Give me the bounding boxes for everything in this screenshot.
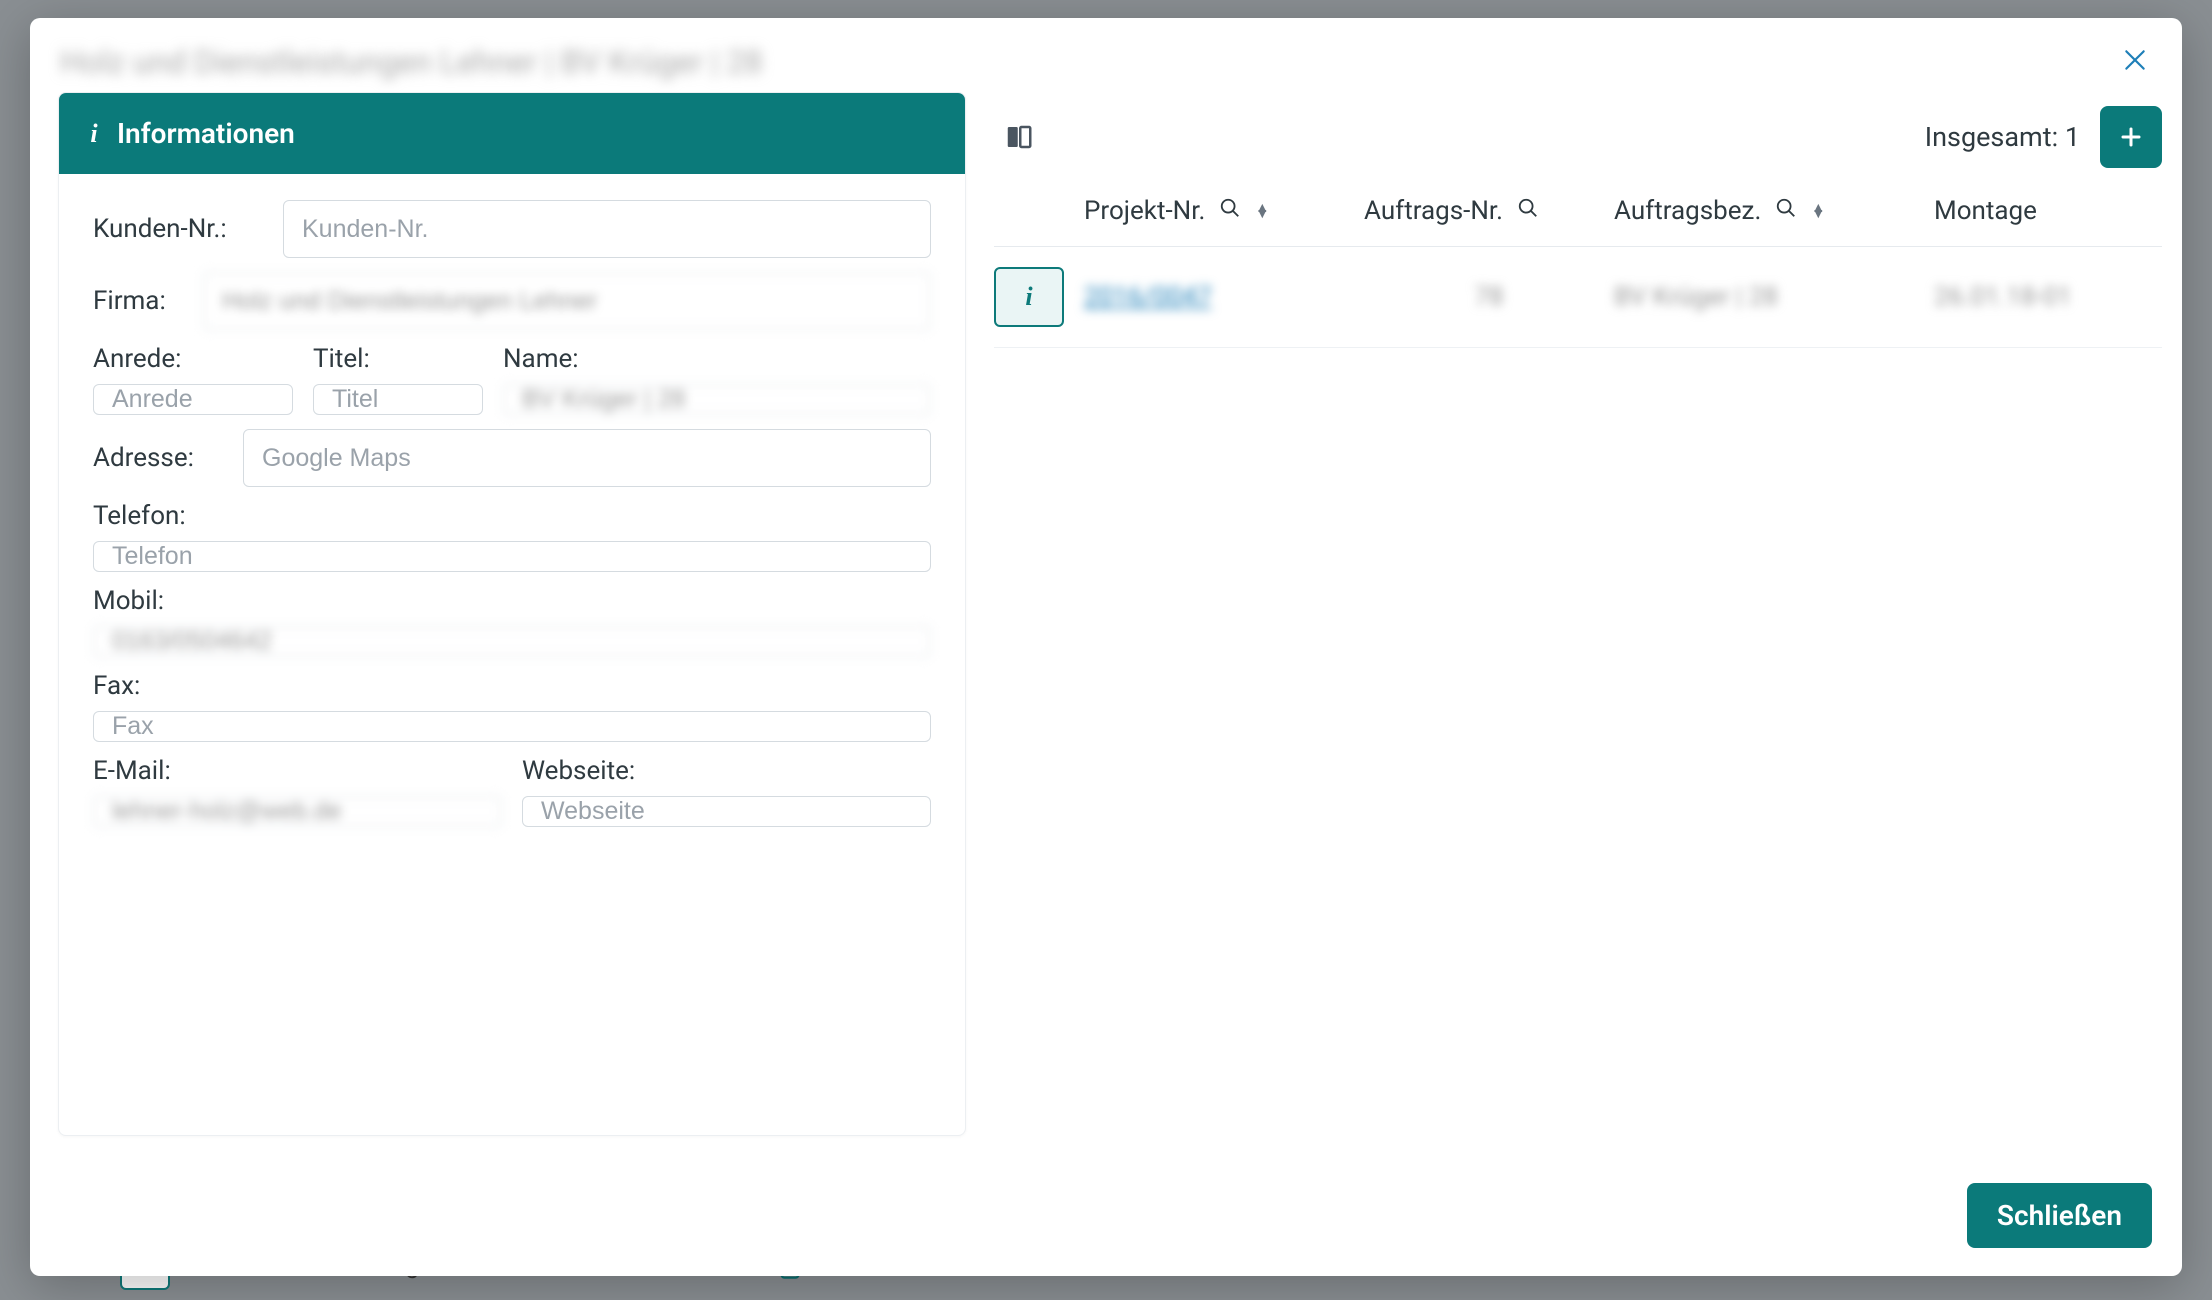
customer-modal: Holz und Dienstleistungen Lehner | BV Kr… — [30, 18, 2182, 1276]
info-panel-title: Informationen — [117, 117, 295, 150]
modal-body: i Informationen Kunden-Nr.: Firma: Anred… — [30, 92, 2182, 1159]
label-webseite: Webseite: — [522, 756, 931, 786]
label-fax: Fax: — [93, 671, 931, 701]
field-mobil: Mobil: — [93, 586, 931, 657]
field-telefon: Telefon: — [93, 501, 931, 572]
projects-panel: Insgesamt: 1 Projekt-Nr. ▲▼ Auftrags-Nr. — [994, 92, 2162, 1159]
input-email[interactable] — [93, 796, 502, 827]
input-kunden-nr[interactable] — [283, 200, 931, 258]
sort-icon[interactable]: ▲▼ — [1255, 205, 1269, 217]
info-icon: i — [87, 120, 101, 148]
info-panel: i Informationen Kunden-Nr.: Firma: Anred… — [58, 92, 966, 1136]
search-icon[interactable] — [1219, 196, 1241, 226]
label-kunden-nr: Kunden-Nr.: — [93, 214, 263, 244]
close-button[interactable]: Schließen — [1967, 1183, 2152, 1248]
total-label: Insgesamt: 1 — [1925, 121, 2080, 153]
label-telefon: Telefon: — [93, 501, 931, 531]
th-projekt-nr: Projekt-Nr. ▲▼ — [1084, 196, 1364, 226]
input-firma[interactable] — [203, 272, 931, 330]
field-adresse: Adresse: — [93, 429, 931, 487]
th-montage: Montage — [1934, 196, 2084, 226]
input-mobil[interactable] — [93, 626, 931, 657]
cell-bez: BV Krüger | 28 — [1614, 282, 1934, 312]
info-form: Kunden-Nr.: Firma: Anrede: Titel: — [59, 174, 965, 857]
label-adresse: Adresse: — [93, 443, 223, 473]
label-anrede: Anrede: — [93, 344, 293, 374]
th-auftragsbez: Auftragsbez. ▲▼ — [1614, 196, 1934, 226]
total-count: 1 — [2065, 121, 2080, 153]
label-titel: Titel: — [313, 344, 483, 374]
row-anrede-titel-name: Anrede: Titel: Name: — [93, 344, 931, 415]
cell-auftrag: 78 — [1364, 282, 1614, 312]
cell-montage: 26.01.18-01 — [1934, 282, 2084, 312]
label-name: Name: — [503, 344, 931, 374]
modal-header: Holz und Dienstleistungen Lehner | BV Kr… — [30, 18, 2182, 92]
input-anrede[interactable] — [93, 384, 293, 415]
search-icon[interactable] — [1775, 196, 1797, 226]
table-header: Projekt-Nr. ▲▼ Auftrags-Nr. Auftragsbez.… — [994, 182, 2162, 247]
input-webseite[interactable] — [522, 796, 931, 827]
input-fax[interactable] — [93, 711, 931, 742]
modal-footer: Schließen — [30, 1159, 2182, 1276]
input-adresse[interactable] — [243, 429, 931, 487]
field-firma: Firma: — [93, 272, 931, 330]
input-telefon[interactable] — [93, 541, 931, 572]
label-email: E-Mail: — [93, 756, 502, 786]
cell-projekt[interactable]: 2016/0047 — [1084, 282, 1364, 312]
th-auftrags-nr: Auftrags-Nr. — [1364, 196, 1614, 226]
info-panel-header: i Informationen — [59, 93, 965, 174]
row-email-webseite: E-Mail: Webseite: — [93, 756, 931, 827]
modal-title: Holz und Dienstleistungen Lehner | BV Kr… — [60, 43, 763, 81]
add-button[interactable] — [2100, 106, 2162, 168]
label-firma: Firma: — [93, 286, 183, 316]
field-fax: Fax: — [93, 671, 931, 742]
field-kunden-nr: Kunden-Nr.: — [93, 200, 931, 258]
input-name[interactable] — [503, 384, 931, 415]
sort-icon[interactable]: ▲▼ — [1811, 205, 1825, 217]
row-info-button[interactable]: i — [994, 267, 1064, 327]
projects-toolbar: Insgesamt: 1 — [994, 92, 2162, 182]
columns-icon[interactable] — [1002, 120, 1036, 154]
input-titel[interactable] — [313, 384, 483, 415]
search-icon[interactable] — [1517, 196, 1539, 226]
close-icon[interactable] — [2118, 42, 2152, 82]
table-row: i 2016/0047 78 BV Krüger | 28 26.01.18-0… — [994, 247, 2162, 348]
label-mobil: Mobil: — [93, 586, 931, 616]
